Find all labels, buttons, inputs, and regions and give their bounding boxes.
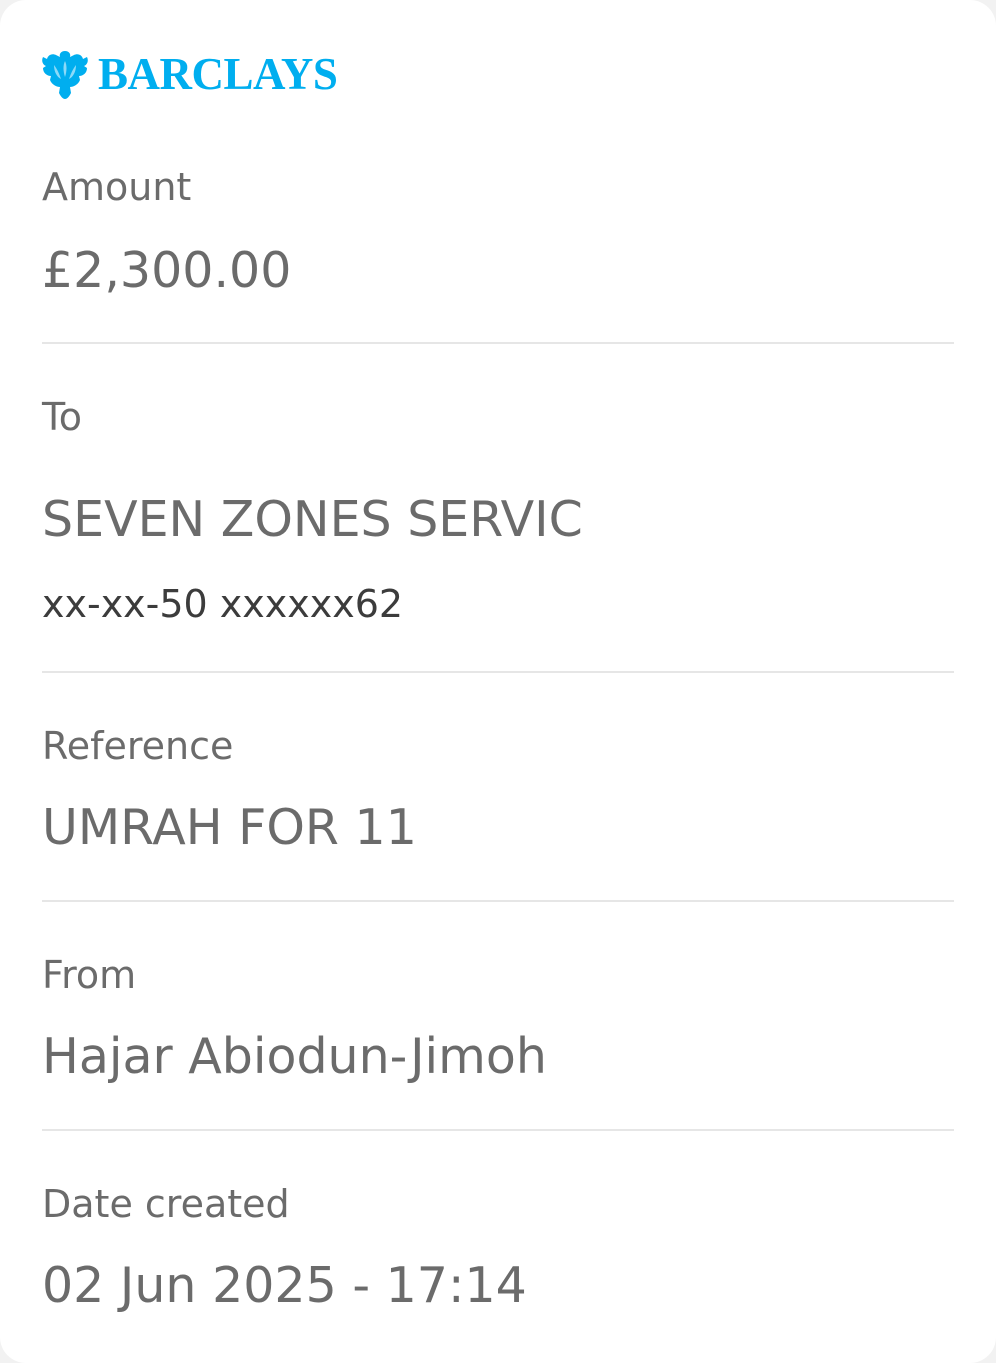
to-label: To bbox=[42, 395, 83, 439]
reference-label: Reference bbox=[42, 724, 234, 768]
divider bbox=[42, 1129, 954, 1131]
brand-name: BARCLAYS bbox=[98, 48, 338, 99]
amount-label: Amount bbox=[42, 165, 192, 209]
payee-account: xx-xx-50 xxxxxx62 bbox=[42, 582, 404, 626]
barclays-logo: BARCLAYS bbox=[40, 46, 338, 102]
divider bbox=[42, 342, 954, 344]
date-created-value: 02 Jun 2025 - 17:14 bbox=[42, 1257, 527, 1314]
payment-details-card: BARCLAYS Amount £2,300.00 To SEVEN ZONES… bbox=[0, 0, 996, 1363]
eagle-icon bbox=[42, 51, 88, 99]
from-value: Hajar Abiodun-Jimoh bbox=[42, 1028, 547, 1085]
reference-value: UMRAH FOR 11 bbox=[42, 799, 417, 856]
date-created-label: Date created bbox=[42, 1182, 290, 1226]
amount-value: £2,300.00 bbox=[42, 242, 292, 299]
from-label: From bbox=[42, 953, 137, 997]
divider bbox=[42, 671, 954, 673]
payee-name: SEVEN ZONES SERVIC bbox=[42, 491, 583, 548]
divider bbox=[42, 900, 954, 902]
